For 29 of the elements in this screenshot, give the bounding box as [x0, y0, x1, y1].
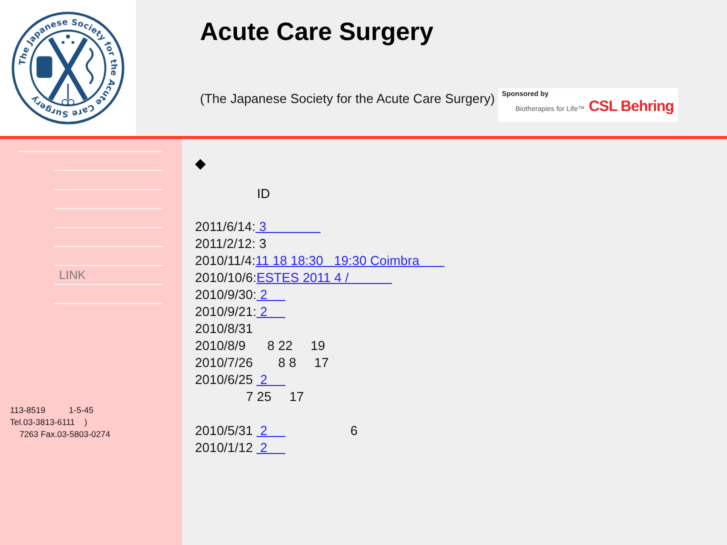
news-date: 2010/8/9 8 22 19 — [195, 338, 326, 353]
news-date: 2010/1/12 — [195, 440, 254, 455]
news-text: 6 — [349, 423, 358, 438]
news-text: 7 25 17 — [246, 389, 304, 404]
site-subtitle: (The Japanese Society for the Acute Care Surgery) — [200, 91, 495, 106]
news-date: 2011/6/14: — [195, 219, 256, 234]
news-date: 2010/9/21: — [195, 304, 256, 319]
diamond-bullet: ◆ — [195, 154, 207, 172]
news-link[interactable]: 2 — [256, 440, 286, 455]
news-date: 2010/9/30: — [195, 287, 256, 302]
news-link[interactable]: 2 — [256, 372, 286, 387]
news-date: 2010/11/4: — [195, 253, 256, 268]
address-line: 7263 Fax.03-5803-0274 — [18, 428, 112, 440]
news-link[interactable]: ESTES 2011 4 / — [256, 270, 392, 285]
news-date: 2010/10/6: — [195, 270, 256, 285]
news-link[interactable]: 2 — [256, 304, 286, 319]
news-link[interactable]: 2 — [256, 423, 286, 438]
news-date: 2011/2/12: 3 — [195, 236, 266, 251]
news-link[interactable]: 11 18 18:30 19:30 Coimbra — [255, 253, 445, 268]
site-title: Acute Care Surgery — [200, 18, 434, 47]
news-link[interactable]: 3 — [255, 219, 321, 234]
news-date: 2010/5/31 — [195, 423, 254, 438]
news-date: 2010/8/31 — [195, 321, 253, 336]
news-date: 2010/7/26 8 8 17 — [195, 355, 329, 370]
address-line: 113-8519 1-5-45 — [10, 404, 94, 416]
news-link[interactable]: 2 — [256, 287, 286, 302]
section-heading: ID — [257, 186, 271, 201]
address-line: Tel.03-3813-6111 ) — [10, 416, 88, 428]
news-date: 2010/6/25 — [195, 372, 254, 387]
